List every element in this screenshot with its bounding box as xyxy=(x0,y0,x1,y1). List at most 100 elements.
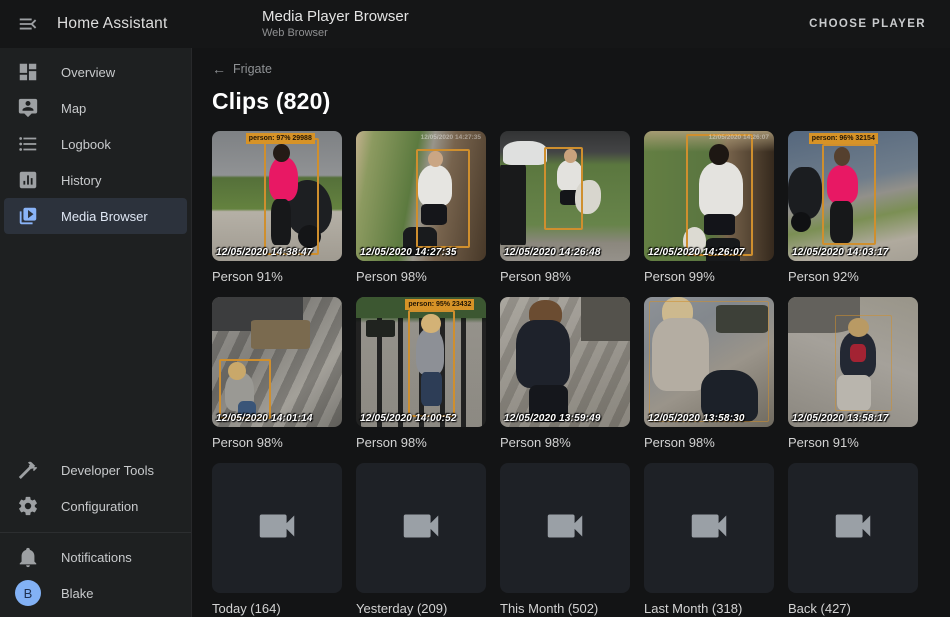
folder-thumbnail[interactable] xyxy=(644,463,774,593)
clip-card: person: 97% 2998812/05/2020 14:38:47Pers… xyxy=(212,131,342,284)
app-window: Home Assistant Media Player Browser Web … xyxy=(0,0,950,617)
body-row: Overview Map Logbook History Media Browser D… xyxy=(0,48,950,617)
breadcrumb-back[interactable]: ← Frigate xyxy=(212,58,272,80)
topbar-title-group: Media Player Browser Web Browser xyxy=(192,8,409,41)
clip-card: 12/05/2020 13:58:30 Person 98% xyxy=(644,297,774,450)
clip-thumbnail[interactable]: person: 95% 2343212/05/2020 14:00:52 xyxy=(356,297,486,427)
folder-thumbnail[interactable] xyxy=(212,463,342,593)
breadcrumb-label: Frigate xyxy=(233,62,272,76)
sidebar-item-developer-tools[interactable]: Developer Tools xyxy=(4,452,187,488)
sidebar-spacer xyxy=(0,234,191,452)
user-name: Blake xyxy=(61,586,94,601)
detection-tag-label: person: 96% 32154 xyxy=(809,133,878,144)
sidebar-item-history[interactable]: History xyxy=(4,162,187,198)
folder-label: Back (427) xyxy=(788,601,918,616)
clip-thumbnail[interactable]: 12/05/2020 13:59:49 xyxy=(500,297,630,427)
sidebar-item-map[interactable]: Map xyxy=(4,90,187,126)
sidebar-item-label: Media Browser xyxy=(61,209,148,224)
page-subtitle: Web Browser xyxy=(262,27,409,41)
folder-thumbnail[interactable] xyxy=(788,463,918,593)
scene-shape xyxy=(788,167,822,219)
clip-card: 12/05/2020 14:27:3512/05/2020 14:27:35 Pe… xyxy=(356,131,486,284)
clip-thumbnail[interactable]: 12/05/2020 14:27:3512/05/2020 14:27:35 xyxy=(356,131,486,261)
clip-thumbnail[interactable]: person: 96% 32154 12/05/2020 14:03:17 xyxy=(788,131,918,261)
clip-thumbnail[interactable]: 12/05/2020 14:26:0712/05/2020 14:26:07 xyxy=(644,131,774,261)
clip-label: Person 98% xyxy=(356,269,486,284)
clip-thumbnail[interactable]: 12/05/2020 13:58:17 xyxy=(788,297,918,427)
bell-icon xyxy=(17,546,39,568)
clip-timestamp: 12/05/2020 13:58:30 xyxy=(648,413,745,424)
folder-label: Yesterday (209) xyxy=(356,601,486,616)
video-camera-icon xyxy=(254,503,300,554)
detection-bounding-box xyxy=(219,359,271,419)
folder-card: Back (427) xyxy=(788,463,918,616)
clip-label: Person 99% xyxy=(644,269,774,284)
clip-timestamp: 12/05/2020 14:26:07 xyxy=(648,247,745,258)
detection-bounding-box xyxy=(835,315,892,411)
folder-label: Last Month (318) xyxy=(644,601,774,616)
sidebar-item-logbook[interactable]: Logbook xyxy=(4,126,187,162)
clip-label: Person 92% xyxy=(788,269,918,284)
camera-osd-timestamp: 12/05/2020 14:27:35 xyxy=(421,134,481,141)
clip-thumbnail[interactable]: 12/05/2020 13:58:30 xyxy=(644,297,774,427)
clip-card: person: 96% 32154 12/05/2020 14:03:17 Pers… xyxy=(788,131,918,284)
detection-bounding-box xyxy=(416,149,471,248)
sidebar-item-notifications[interactable]: Notifications xyxy=(4,539,187,575)
menu-open-icon[interactable] xyxy=(17,13,39,35)
video-camera-icon xyxy=(398,503,444,554)
sidebar-item-label: Map xyxy=(61,101,86,116)
sidebar-item-label: Logbook xyxy=(61,137,111,152)
scene-shape xyxy=(791,212,812,233)
folder-card: Yesterday (209) xyxy=(356,463,486,616)
choose-player-button[interactable]: CHOOSE PLAYER xyxy=(803,10,932,38)
clip-thumbnail[interactable]: 12/05/2020 14:01:14 xyxy=(212,297,342,427)
detection-bounding-box xyxy=(264,138,319,255)
sidebar-bottom-items: Developer ToolsConfiguration xyxy=(0,452,191,524)
clip-timestamp: 12/05/2020 14:26:48 xyxy=(504,247,601,258)
sidebar-item-media-browser[interactable]: Media Browser xyxy=(4,198,187,234)
sidebar: Overview Map Logbook History Media Browser D… xyxy=(0,48,192,617)
clip-thumbnail[interactable]: person: 97% 2998812/05/2020 14:38:47 xyxy=(212,131,342,261)
format-list-bulleted-icon xyxy=(17,133,39,155)
detection-bounding-box xyxy=(822,144,877,245)
folder-label: This Month (502) xyxy=(500,601,630,616)
clip-label: Person 91% xyxy=(788,435,918,450)
folder-label: Today (164) xyxy=(212,601,342,616)
sidebar-divider xyxy=(0,532,191,533)
top-header-bar: Home Assistant Media Player Browser Web … xyxy=(0,0,950,48)
scene-shape xyxy=(581,297,630,341)
clip-timestamp: 12/05/2020 13:59:49 xyxy=(504,413,601,424)
detection-bounding-box xyxy=(686,134,754,256)
clip-thumbnail[interactable]: 12/05/2020 14:26:48 xyxy=(500,131,630,261)
chart-box-icon xyxy=(17,169,39,191)
sidebar-item-overview[interactable]: Overview xyxy=(4,54,187,90)
scene-shape xyxy=(503,141,547,164)
clip-timestamp: 12/05/2020 14:38:47 xyxy=(216,247,313,258)
sidebar-item-label: Overview xyxy=(61,65,115,80)
folder-thumbnail[interactable] xyxy=(500,463,630,593)
folder-card: This Month (502) xyxy=(500,463,630,616)
scene-shape xyxy=(516,320,571,388)
folder-thumbnail[interactable] xyxy=(356,463,486,593)
clip-card: 12/05/2020 14:26:0712/05/2020 14:26:07 Pe… xyxy=(644,131,774,284)
scene-shape xyxy=(366,320,395,337)
clip-timestamp: 12/05/2020 14:03:17 xyxy=(792,247,889,258)
hammer-icon xyxy=(17,459,39,481)
clip-card: 12/05/2020 13:59:49Person 98% xyxy=(500,297,630,450)
play-box-multiple-icon xyxy=(17,205,39,227)
detection-bounding-box xyxy=(408,310,455,417)
cog-icon xyxy=(17,495,39,517)
main-content: ← Frigate Clips (820) person: 97% 299881… xyxy=(192,48,950,617)
scene-shape xyxy=(500,165,526,246)
clip-label: Person 98% xyxy=(500,269,630,284)
clip-label: Person 98% xyxy=(212,435,342,450)
detection-bounding-box xyxy=(649,301,769,422)
sidebar-item-label: History xyxy=(61,173,101,188)
clip-label: Person 98% xyxy=(644,435,774,450)
sidebar-top-items: Overview Map Logbook History Media Browser xyxy=(0,54,191,234)
sidebar-item-profile[interactable]: B Blake xyxy=(4,575,187,611)
page-title: Media Player Browser xyxy=(262,8,409,27)
detection-tag-label: person: 95% 23432 xyxy=(405,299,474,310)
topbar-left: Home Assistant xyxy=(0,13,192,35)
sidebar-item-configuration[interactable]: Configuration xyxy=(4,488,187,524)
